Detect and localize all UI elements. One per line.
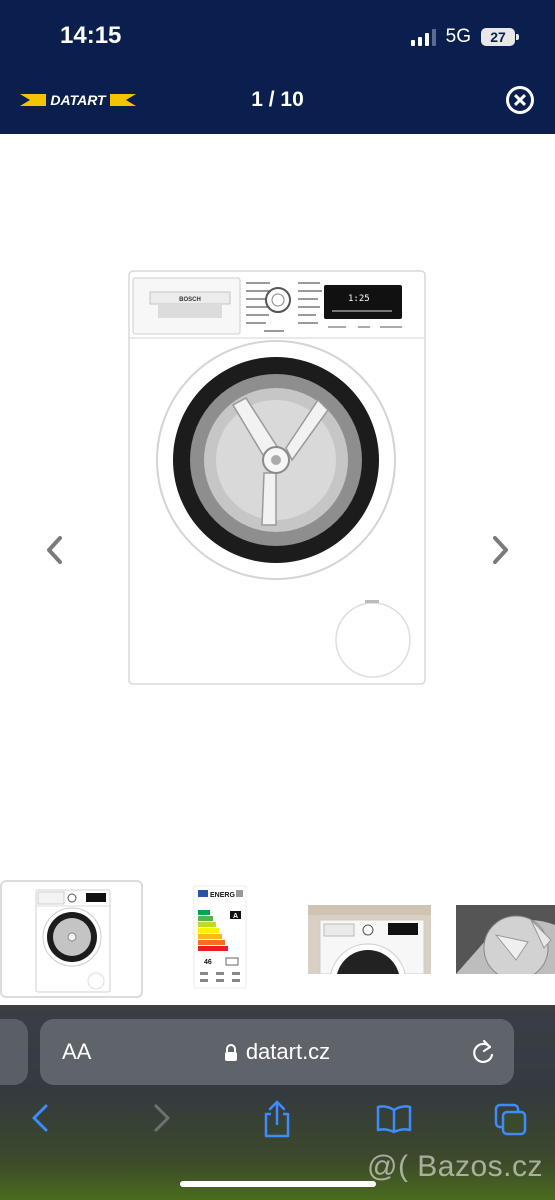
thumbnail-energy-label[interactable]: ENERG A 46	[190, 880, 250, 998]
energy-class: A	[233, 913, 238, 920]
previous-image-arrow-icon[interactable]	[40, 530, 70, 570]
tabs-icon[interactable]	[494, 1103, 528, 1137]
battery-icon: 27	[481, 28, 519, 46]
brand-label: BOSCH	[179, 297, 201, 303]
status-time: 14:15	[60, 22, 122, 49]
display-value: 1:25	[348, 294, 370, 304]
forward-icon[interactable]	[148, 1102, 174, 1134]
close-icon[interactable]	[506, 86, 534, 114]
thumbnail-strip: ENERG A 46	[0, 880, 555, 1021]
energy-noise: 46	[204, 959, 212, 966]
url-text: datart.cz	[245, 1039, 331, 1064]
thumbnail-washer-installed[interactable]	[308, 880, 431, 1021]
next-image-arrow-icon[interactable]	[485, 530, 515, 570]
image-counter: 1 / 10	[251, 88, 304, 111]
watermark-text: @( Bazos.cz	[367, 1150, 543, 1183]
energy-label-header: ENERG	[210, 892, 235, 899]
address-bar[interactable]: AA datart.cz	[40, 1019, 514, 1085]
status-icons: 5G 27	[410, 26, 519, 48]
share-icon[interactable]	[262, 1100, 292, 1138]
home-indicator[interactable]	[180, 1181, 376, 1187]
lock-icon	[224, 1044, 237, 1062]
previous-tab-preview[interactable]	[0, 1019, 28, 1085]
thumbnail-washer-front[interactable]	[0, 880, 143, 998]
signal-icon	[410, 28, 436, 46]
bookmarks-icon[interactable]	[376, 1104, 412, 1134]
gallery-header: 14:15 5G 27 DATART 1 / 10	[0, 0, 555, 134]
network-label: 5G	[445, 26, 471, 47]
url-display[interactable]: datart.cz	[40, 1039, 514, 1065]
thumbnail-drum-closeup[interactable]	[456, 880, 555, 998]
reload-icon[interactable]	[470, 1038, 496, 1066]
main-product-image[interactable]: BOSCH 1:25	[128, 270, 428, 691]
back-icon[interactable]	[28, 1102, 54, 1134]
